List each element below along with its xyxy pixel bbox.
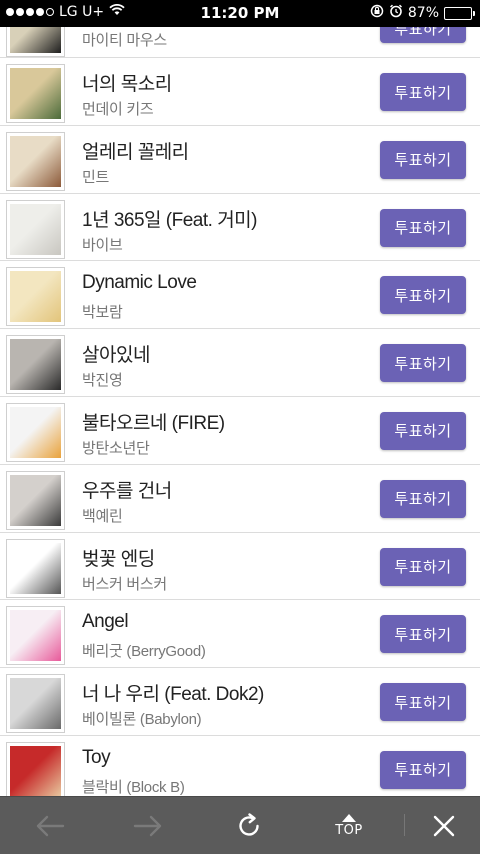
forward-button[interactable] bbox=[128, 797, 168, 854]
album-art bbox=[10, 339, 61, 391]
song-artist: 마이티 마우스 bbox=[82, 32, 167, 49]
vote-button[interactable]: 투표하기 bbox=[380, 208, 466, 247]
song-row: 얼레리 꼴레리민트 투표하기 bbox=[0, 126, 480, 194]
vote-button[interactable]: 투표하기 bbox=[380, 479, 466, 518]
song-row: Toy 블락비 (Block B) 투표하기 bbox=[0, 736, 480, 804]
battery-icon bbox=[444, 6, 475, 20]
album-cover bbox=[6, 64, 65, 123]
toolbar-divider bbox=[404, 814, 405, 836]
rotation-lock-icon bbox=[370, 4, 384, 22]
vote-button[interactable]: 투표하기 bbox=[380, 615, 466, 654]
song-row: Angel 베리굿 (BerryGood) 투표하기 bbox=[0, 600, 480, 669]
album-art bbox=[10, 542, 61, 594]
forward-arrow-icon bbox=[133, 815, 162, 837]
back-button[interactable] bbox=[30, 797, 70, 854]
vote-button[interactable]: 투표하기 bbox=[380, 411, 466, 450]
song-artist: 박진영 bbox=[82, 372, 123, 390]
song-title: Toy bbox=[82, 746, 111, 768]
song-title: 살아있네 bbox=[82, 345, 150, 367]
vote-button[interactable]: 투표하기 bbox=[380, 547, 466, 586]
song-title: Angel bbox=[82, 611, 129, 633]
song-title: Dynamic Love bbox=[82, 272, 197, 294]
song-title: 우주를 건너 bbox=[82, 480, 172, 502]
top-label: TOP bbox=[335, 823, 363, 838]
vote-button[interactable]: 투표하기 bbox=[380, 750, 466, 789]
song-artist: 먼데이 키즈 bbox=[82, 101, 154, 118]
album-cover bbox=[6, 335, 65, 395]
song-row: 1년 365일 (Feat. 거미) 바이브 투표하기 bbox=[0, 194, 480, 262]
song-row: 벚꽃 엔딩버스커 버스커 투표하기 bbox=[0, 533, 480, 601]
album-art bbox=[10, 678, 61, 730]
album-art bbox=[10, 610, 61, 662]
alarm-icon bbox=[389, 4, 403, 22]
vote-button[interactable]: 투표하기 bbox=[380, 73, 466, 111]
vote-button[interactable]: 투표하기 bbox=[380, 276, 466, 315]
song-row: 너 나 우리 (Feat. Dok2) 베이빌론 (Babylon) 투표하기 bbox=[0, 668, 480, 736]
vote-button[interactable]: 투표하기 bbox=[380, 344, 466, 383]
album-cover bbox=[6, 131, 65, 191]
song-row: 불타오르네 (FIRE) 방탄소년단 투표하기 bbox=[0, 397, 480, 465]
vote-button[interactable]: 투표하기 bbox=[380, 140, 466, 179]
song-row: 살아있네박진영 투표하기 bbox=[0, 329, 480, 397]
close-button[interactable] bbox=[424, 797, 464, 854]
song-artist: 버스커 버스커 bbox=[82, 575, 167, 593]
song-title: 불타오르네 (FIRE) bbox=[82, 412, 225, 434]
refresh-icon bbox=[239, 813, 259, 836]
album-cover bbox=[6, 538, 65, 598]
song-row: 너의 목소리먼데이 키즈 투표하기 bbox=[0, 58, 480, 126]
song-row: 우주를 건너백예린 투표하기 bbox=[0, 465, 480, 533]
album-art bbox=[10, 271, 61, 323]
song-artist: 베리굿 (BerryGood) bbox=[82, 643, 206, 661]
song-title: 벚꽃 엔딩 bbox=[82, 548, 155, 570]
song-artist: 백예린 bbox=[82, 507, 123, 525]
status-right: 87% bbox=[370, 4, 475, 22]
song-artist: 블락비 (Block B) bbox=[82, 778, 185, 796]
album-cover bbox=[6, 741, 65, 801]
song-artist: 바이브 bbox=[82, 236, 123, 254]
song-artist: 박보람 bbox=[82, 304, 123, 322]
song-title: 얼레리 꼴레리 bbox=[82, 141, 189, 163]
song-title: 1년 365일 (Feat. 거미) bbox=[82, 209, 257, 231]
refresh-button[interactable] bbox=[229, 797, 269, 854]
back-arrow-icon bbox=[36, 815, 65, 837]
album-art bbox=[10, 203, 61, 255]
scroll-top-button[interactable]: TOP bbox=[322, 797, 376, 854]
close-icon bbox=[433, 815, 455, 837]
song-artist: 방탄소년단 bbox=[82, 439, 150, 457]
vote-button[interactable]: 투표하기 bbox=[380, 683, 466, 722]
song-artist: 베이빌론 (Babylon) bbox=[82, 711, 202, 729]
album-cover bbox=[6, 267, 65, 327]
album-cover bbox=[6, 199, 65, 259]
album-art bbox=[10, 745, 61, 797]
bottom-toolbar: TOP bbox=[0, 796, 480, 854]
status-bar: LG U+ 11:20 PM 87% bbox=[0, 0, 480, 27]
up-triangle-icon bbox=[342, 814, 356, 822]
song-artist: 민트 bbox=[82, 168, 110, 186]
song-title: 너의 목소리 bbox=[82, 74, 172, 95]
album-cover bbox=[6, 470, 65, 530]
album-art bbox=[10, 474, 61, 526]
album-cover bbox=[6, 606, 65, 666]
album-art bbox=[10, 406, 61, 458]
album-cover bbox=[6, 674, 65, 734]
battery-percent: 87% bbox=[407, 5, 439, 21]
song-row: Dynamic Love 박보람 투표하기 bbox=[0, 261, 480, 330]
album-art bbox=[10, 68, 61, 119]
song-title: 너 나 우리 (Feat. Dok2) bbox=[82, 684, 264, 706]
song-list: 마이티 마우스 투표하기 너의 목소리 먼데이 키즈 투표하기 얼레리 꼴레리 민트 투표하기… bbox=[0, 0, 480, 804]
album-cover bbox=[6, 402, 65, 462]
album-art bbox=[10, 135, 61, 187]
